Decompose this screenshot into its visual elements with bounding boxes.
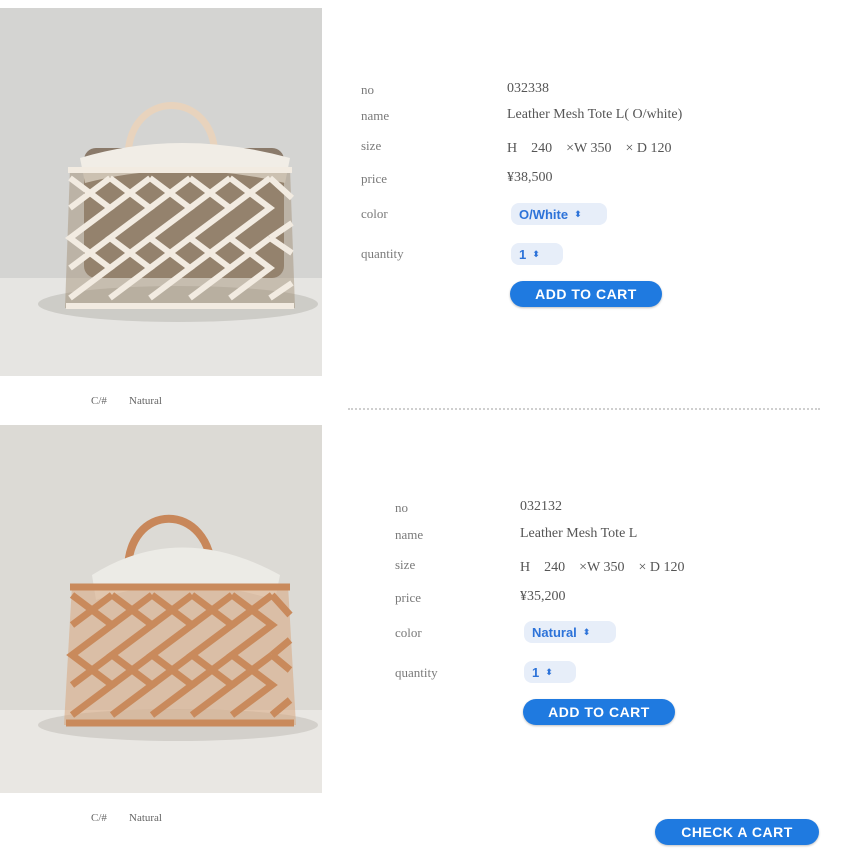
label-no: no xyxy=(395,500,408,515)
up-down-chevron-icon: ⬍ xyxy=(582,626,591,637)
color-select-value: O/White xyxy=(519,206,569,222)
color-select[interactable]: O/White ⬍ xyxy=(511,203,607,225)
product-name: Leather Mesh Tote L( O/white) xyxy=(507,107,683,122)
quantity-select-value: 1 xyxy=(532,664,540,680)
natural-tote-illustration xyxy=(0,425,322,793)
quantity-select[interactable]: 1 ⬍ xyxy=(524,661,576,683)
up-down-chevron-icon: ⬍ xyxy=(545,666,553,677)
label-name: name xyxy=(395,527,424,542)
product-name: Leather Mesh Tote L xyxy=(520,526,638,541)
up-down-chevron-icon: ⬍ xyxy=(532,248,540,259)
label-size: size xyxy=(361,138,382,153)
label-no: no xyxy=(361,82,374,97)
label-price: price xyxy=(361,171,387,186)
label-quantity: quantity xyxy=(361,246,404,261)
quantity-select-value: 1 xyxy=(519,246,527,262)
caption-swatch-label: C/# xyxy=(91,395,107,407)
product-image-white-tote xyxy=(0,8,322,376)
label-color: color xyxy=(361,206,388,221)
product-number: 032338 xyxy=(507,81,549,96)
label-color: color xyxy=(395,625,422,640)
product-image-natural-tote xyxy=(0,425,322,793)
quantity-select[interactable]: 1 ⬍ xyxy=(511,243,563,265)
product-size: H 240 ×W 350 × D 120 xyxy=(520,560,685,575)
product-caption: C/# Natural xyxy=(91,395,162,407)
label-size: size xyxy=(395,557,416,572)
check-cart-button[interactable]: CHECK A CART xyxy=(655,819,819,845)
caption-color-label: Natural xyxy=(129,812,162,824)
add-to-cart-button[interactable]: ADD TO CART xyxy=(523,699,675,725)
product-size: H 240 ×W 350 × D 120 xyxy=(507,141,672,156)
product-price: ¥38,500 xyxy=(507,170,553,185)
color-select[interactable]: Natural ⬍ xyxy=(524,621,616,643)
label-name: name xyxy=(361,108,390,123)
product-price: ¥35,200 xyxy=(520,589,566,604)
caption-color-label: Natural xyxy=(129,395,162,407)
white-tote-illustration xyxy=(0,8,322,376)
up-down-chevron-icon: ⬍ xyxy=(574,208,582,219)
label-price: price xyxy=(395,590,421,605)
section-divider xyxy=(348,408,820,410)
product-number: 032132 xyxy=(520,499,562,514)
product-caption: C/# Natural xyxy=(91,812,162,824)
color-select-value: Natural xyxy=(532,624,577,640)
caption-swatch-label: C/# xyxy=(91,812,107,824)
label-quantity: quantity xyxy=(395,665,438,680)
add-to-cart-button[interactable]: ADD TO CART xyxy=(510,281,662,307)
